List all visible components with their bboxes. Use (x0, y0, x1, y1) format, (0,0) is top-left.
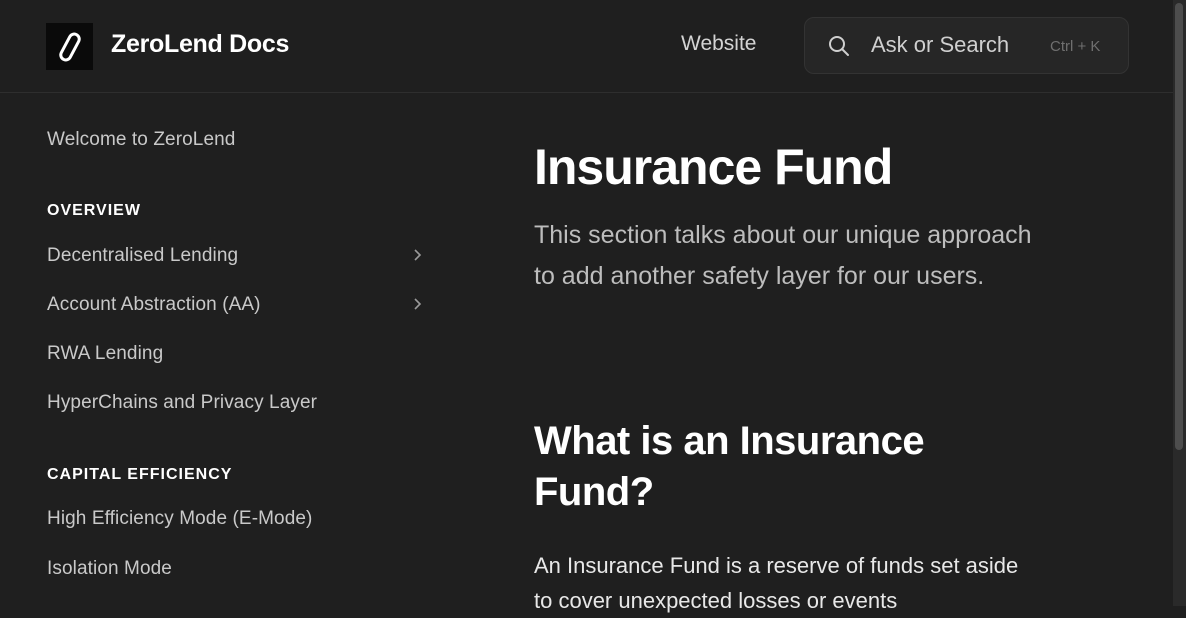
search-icon (827, 34, 851, 63)
top-header: ZeroLend Docs Website Ask or Search Ctrl… (0, 0, 1173, 93)
chevron-right-icon[interactable] (412, 248, 424, 262)
website-link[interactable]: Website (681, 32, 756, 56)
page-title: Insurance Fund (534, 139, 893, 195)
sidebar-item-welcome[interactable]: Welcome to ZeroLend (47, 129, 235, 151)
body-paragraph: An Insurance Fund is a reserve of funds … (534, 553, 1019, 613)
scrollbar[interactable] (1173, 0, 1186, 606)
chevron-right-icon[interactable] (412, 297, 424, 311)
sidebar: Welcome to ZeroLend OVERVIEW Decentralis… (0, 93, 460, 606)
zerolend-logo-icon[interactable] (46, 23, 93, 70)
sidebar-heading-overview: OVERVIEW (47, 202, 141, 219)
sidebar-heading-capital-efficiency: CAPITAL EFFICIENCY (47, 466, 233, 483)
search-shortcut: Ctrl + K (1050, 38, 1101, 55)
sidebar-item-decentralised-lending[interactable]: Decentralised Lending (47, 245, 238, 267)
sidebar-item-rwa-lending[interactable]: RWA Lending (47, 343, 163, 365)
search-placeholder: Ask or Search (871, 32, 1010, 57)
sidebar-item-isolation-mode[interactable]: Isolation Mode (47, 558, 172, 580)
search-box[interactable]: Ask or Search Ctrl + K (804, 17, 1129, 74)
section-heading: What is an Insurance Fund? (534, 419, 925, 514)
scrollbar-thumb[interactable] (1175, 3, 1183, 450)
sidebar-item-hyperchains[interactable]: HyperChains and Privacy Layer (47, 392, 317, 414)
sidebar-item-account-abstraction[interactable]: Account Abstraction (AA) (47, 294, 261, 316)
sidebar-item-e-mode[interactable]: High Efficiency Mode (E-Mode) (47, 508, 313, 530)
brand-title[interactable]: ZeroLend Docs (111, 30, 289, 59)
page-description: This section talks about our unique appr… (534, 221, 1032, 290)
